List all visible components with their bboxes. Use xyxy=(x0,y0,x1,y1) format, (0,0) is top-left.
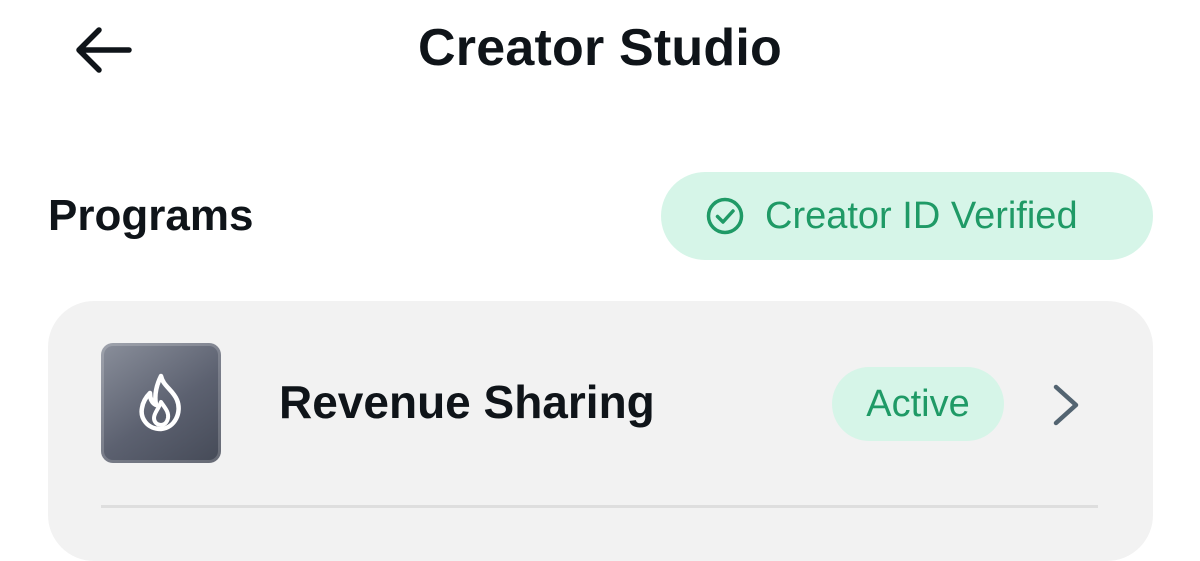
divider xyxy=(101,505,1098,508)
program-icon xyxy=(101,343,221,463)
status-badge: Active xyxy=(832,367,1004,441)
header: Creator Studio xyxy=(0,0,1200,100)
flame-icon xyxy=(139,373,181,432)
section-title: Programs xyxy=(48,191,254,240)
program-name: Revenue Sharing xyxy=(279,376,655,428)
check-circle-icon xyxy=(706,197,744,235)
programs-card: Revenue Sharing Active xyxy=(48,301,1153,561)
program-row-revenue-sharing[interactable]: Revenue Sharing Active xyxy=(48,301,1153,505)
verified-label: Creator ID Verified xyxy=(765,195,1078,237)
page-title: Creator Studio xyxy=(418,19,782,77)
chevron-right-icon xyxy=(1053,384,1079,426)
creator-id-verified-badge: Creator ID Verified xyxy=(661,172,1153,260)
